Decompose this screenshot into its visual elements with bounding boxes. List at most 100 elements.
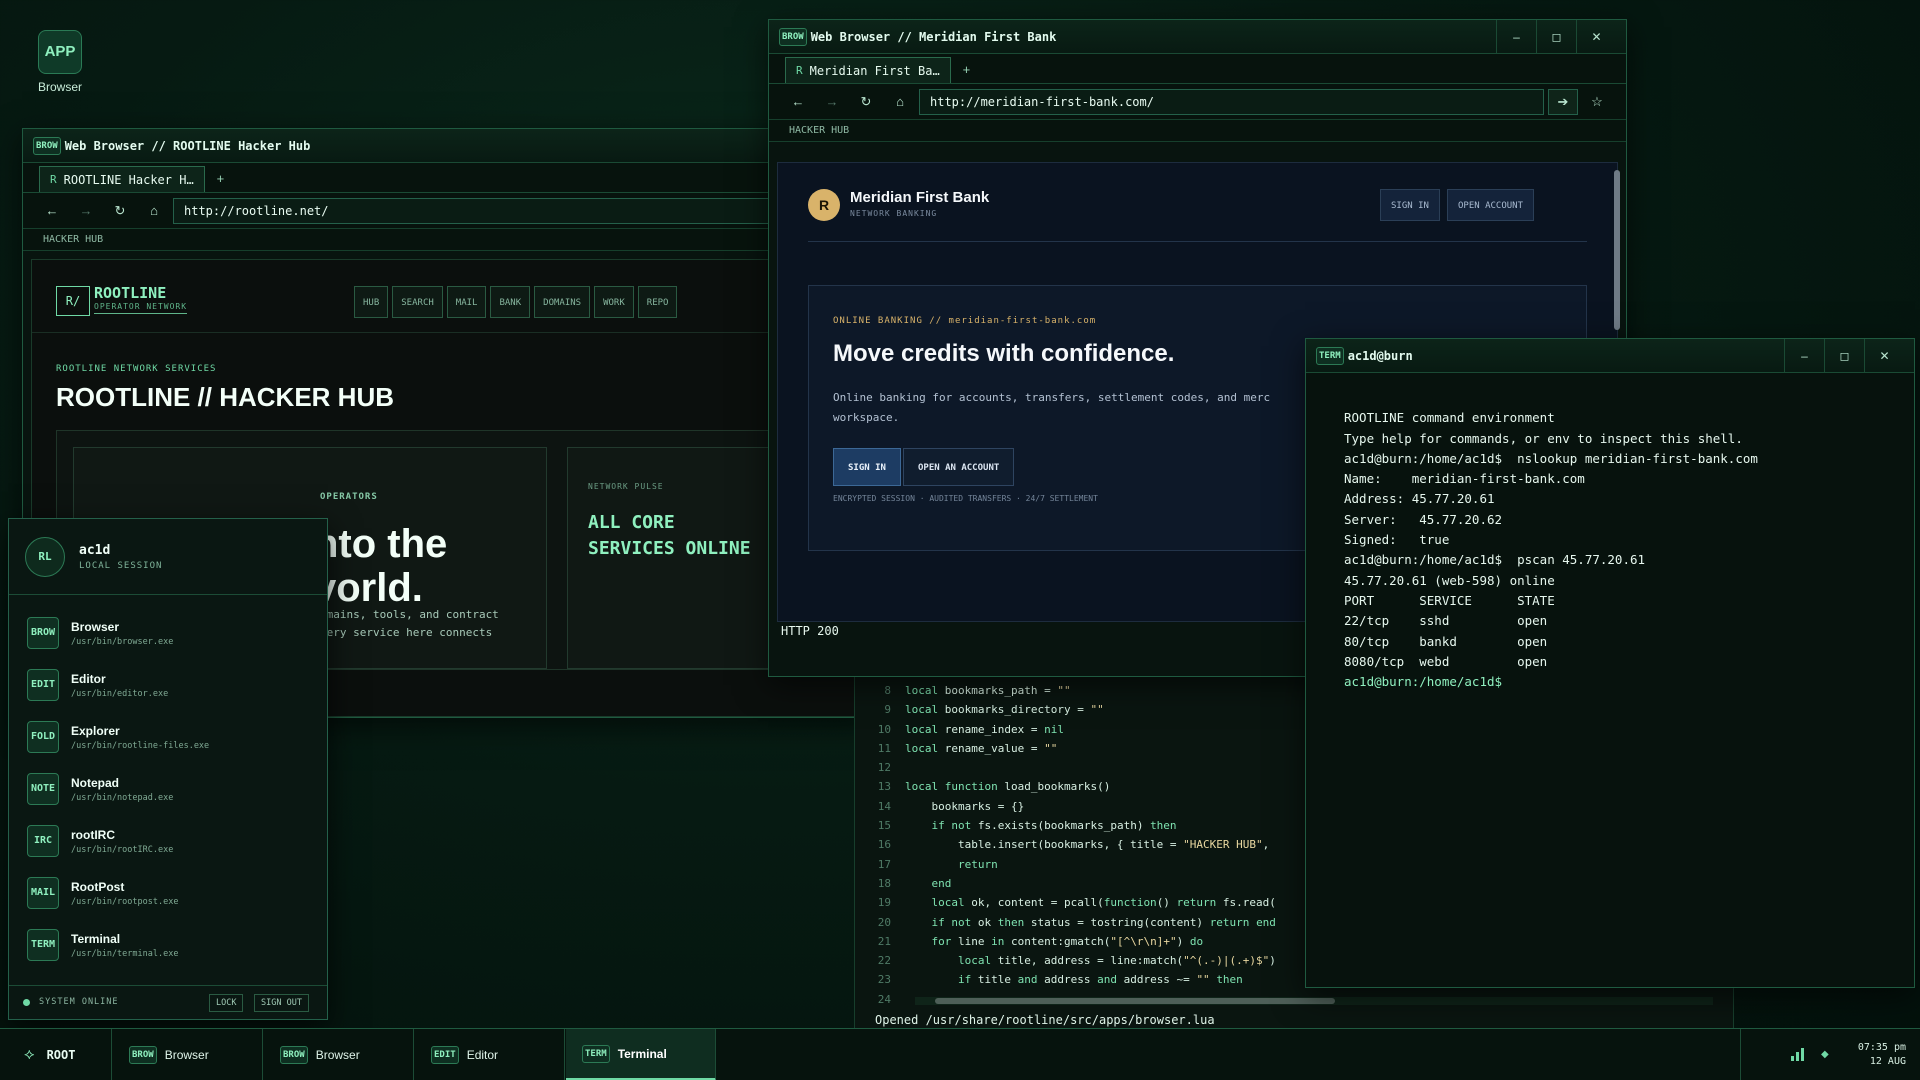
reload-icon[interactable]: ↻ [851, 94, 881, 110]
line-code: local rename_value = "" [905, 741, 1058, 755]
line-number: 18 [877, 876, 891, 890]
bookmark-hacker-hub[interactable]: HACKER HUB [43, 234, 103, 245]
nav-hub[interactable]: HUB [354, 286, 389, 318]
desktop-browser-icon[interactable]: APP Browser [36, 30, 84, 94]
taskbar-item-browser[interactable]: BROW Browser [264, 1029, 414, 1080]
nav-search[interactable]: SEARCH [392, 286, 443, 318]
code-line: 12 [855, 758, 1276, 777]
signal-icon[interactable] [1791, 1047, 1805, 1061]
body-line-2: very service here connects [320, 626, 493, 639]
bank-name[interactable]: Meridian First Bank [850, 189, 989, 206]
back-icon[interactable]: ← [37, 203, 67, 218]
app-item-terminal[interactable]: TERM Terminal/usr/bin/terminal.exe [9, 919, 327, 971]
maximize-icon[interactable]: ◻ [1824, 339, 1864, 373]
minimize-icon[interactable]: – [1784, 339, 1824, 373]
reload-icon[interactable]: ↻ [105, 203, 135, 219]
back-icon[interactable]: ← [783, 94, 813, 109]
folder-icon: FOLD [27, 721, 59, 753]
open-account-button[interactable]: OPEN AN ACCOUNT [903, 448, 1015, 486]
rootline-brand[interactable]: ROOTLINE [94, 284, 166, 302]
root-button[interactable]: ⟡ ROOT [0, 1029, 112, 1080]
terminal-line: ac1d@burn:/home/ac1d$ pscan 45.77.20.61 [1344, 552, 1646, 568]
home-icon[interactable]: ⌂ [885, 94, 915, 109]
line-number: 12 [877, 761, 891, 775]
app-item-rootirc[interactable]: IRC rootIRC/usr/bin/rootIRC.exe [9, 815, 327, 867]
scroll-thumb[interactable] [935, 998, 1335, 1004]
taskbar-item-editor[interactable]: EDIT Editor [415, 1029, 565, 1080]
taskbar-item-browser[interactable]: BROW Browser [113, 1029, 263, 1080]
app-name: rootIRC [71, 827, 115, 842]
new-tab-button[interactable]: + [217, 171, 225, 186]
terminal-line: ROOTLINE command environment [1344, 410, 1555, 426]
nav-mail[interactable]: MAIL [446, 286, 487, 318]
window-titlebar[interactable]: BROW Web Browser // Meridian First Bank … [769, 20, 1626, 54]
desc-line-1: Online banking for accounts, transfers, … [833, 391, 1271, 404]
terminal-line: 22/tcp sshd open [1344, 613, 1548, 629]
go-icon[interactable]: ➔ [1548, 88, 1578, 115]
app-path: /usr/bin/browser.exe [71, 636, 174, 647]
home-icon[interactable]: ⌂ [139, 203, 169, 218]
line-code: if title and address and address ~= "" t… [957, 973, 1243, 987]
nav-work[interactable]: WORK [594, 286, 634, 318]
line-code: if not fs.exists(bookmarks_path) then [931, 819, 1177, 833]
nav-repo[interactable]: REPO [637, 286, 678, 318]
line-code: local rename_index = nil [905, 722, 1064, 736]
header-open-account-button[interactable]: OPEN ACCOUNT [1447, 189, 1535, 221]
clock[interactable]: 07:35 pm 12 AUG [1858, 1041, 1906, 1069]
line-number: 9 [884, 703, 891, 717]
bookmark-star-icon[interactable]: ☆ [1582, 94, 1612, 110]
clock-date: 12 AUG [1869, 1056, 1906, 1067]
nav-domains[interactable]: DOMAINS [534, 286, 591, 318]
rootline-logo[interactable]: R/ [56, 286, 90, 316]
terminal-prompt[interactable]: ac1d@burn:/home/ac1d$ [1344, 674, 1502, 689]
address-bar[interactable]: http://meridian-first-bank.com/ [919, 88, 1544, 115]
address-bar[interactable]: http://rootline.net/ [173, 197, 857, 224]
hero-description: Online banking for accounts, transfers, … [833, 388, 1313, 428]
nav-bar: ← → ↻ ⌂ http://meridian-first-bank.com/ … [769, 84, 1626, 120]
bank-logo[interactable]: R [808, 189, 840, 221]
desktop-icon-label: Browser [37, 80, 82, 94]
app-item-notepad[interactable]: NOTE Notepad/usr/bin/notepad.exe [9, 763, 327, 815]
tab-rootline[interactable]: R ROOTLINE Hacker H… [39, 166, 205, 192]
window-titlebar[interactable]: TERM ac1d@burn – ◻ ✕ [1306, 339, 1914, 373]
new-tab-button[interactable]: + [963, 62, 971, 77]
app-item-rootpost[interactable]: MAIL RootPost/usr/bin/rootpost.exe [9, 867, 327, 919]
vertical-scrollbar[interactable] [1614, 170, 1620, 330]
code-line: 22 local title, address = line:match("^(… [855, 951, 1276, 970]
nav-bank[interactable]: BANK [490, 286, 531, 318]
bookmark-bar: HACKER HUB [769, 120, 1626, 142]
network-status-icon[interactable]: ◆ [1821, 1049, 1829, 1060]
terminal-output[interactable]: ROOTLINE command environment Type help f… [1306, 373, 1914, 987]
terminal-line: Server: 45.77.20.62 [1344, 511, 1503, 527]
app-item-browser[interactable]: BROW Browser/usr/bin/browser.exe [9, 607, 327, 659]
tab-label: Meridian First Ba… [809, 63, 940, 78]
code-line: 23 if title and address and address ~= "… [855, 970, 1276, 989]
minimize-icon[interactable]: – [1496, 20, 1536, 54]
taskbar-item-terminal[interactable]: TERM Terminal [566, 1029, 716, 1080]
horizontal-scrollbar[interactable] [915, 997, 1713, 1005]
window-titlebar[interactable]: BROW Web Browser // ROOTLINE Hacker Hub [23, 129, 871, 163]
line-code: for line in content:gmatch("[^\r\n]+") d… [931, 934, 1204, 948]
line-code: table.insert(bookmarks, { title = "HACKE… [905, 838, 1270, 852]
line-number: 14 [877, 799, 891, 813]
sign-out-button[interactable]: SIGN OUT [254, 994, 309, 1012]
irc-icon: IRC [27, 825, 59, 857]
start-menu: RL ac1d LOCAL SESSION BROW Browser/usr/b… [8, 518, 328, 1020]
tab-meridian[interactable]: R Meridian First Ba… [785, 57, 951, 83]
lock-button[interactable]: LOCK [209, 994, 244, 1012]
header-sign-in-button[interactable]: SIGN IN [1380, 189, 1440, 221]
forward-icon[interactable]: → [71, 203, 101, 218]
bookmark-hacker-hub[interactable]: HACKER HUB [789, 125, 849, 136]
close-icon[interactable]: ✕ [1864, 339, 1904, 373]
sign-in-button[interactable]: SIGN IN [833, 448, 901, 486]
app-path: /usr/bin/rootIRC.exe [71, 844, 174, 855]
pulse-headline: ALL CORE SERVICES ONLINE [588, 510, 751, 562]
close-icon[interactable]: ✕ [1576, 20, 1616, 54]
forward-icon[interactable]: → [817, 94, 847, 109]
body-line-1: omains, tools, and contract [320, 608, 499, 621]
app-item-editor[interactable]: EDIT Editor/usr/bin/editor.exe [9, 659, 327, 711]
code-view[interactable]: 8 local bookmarks_path = "" 9 local bookmar… [855, 681, 1276, 1009]
maximize-icon[interactable]: ◻ [1536, 20, 1576, 54]
app-item-explorer[interactable]: FOLD Explorer/usr/bin/rootline-files.exe [9, 711, 327, 763]
line-number: 17 [877, 857, 891, 871]
